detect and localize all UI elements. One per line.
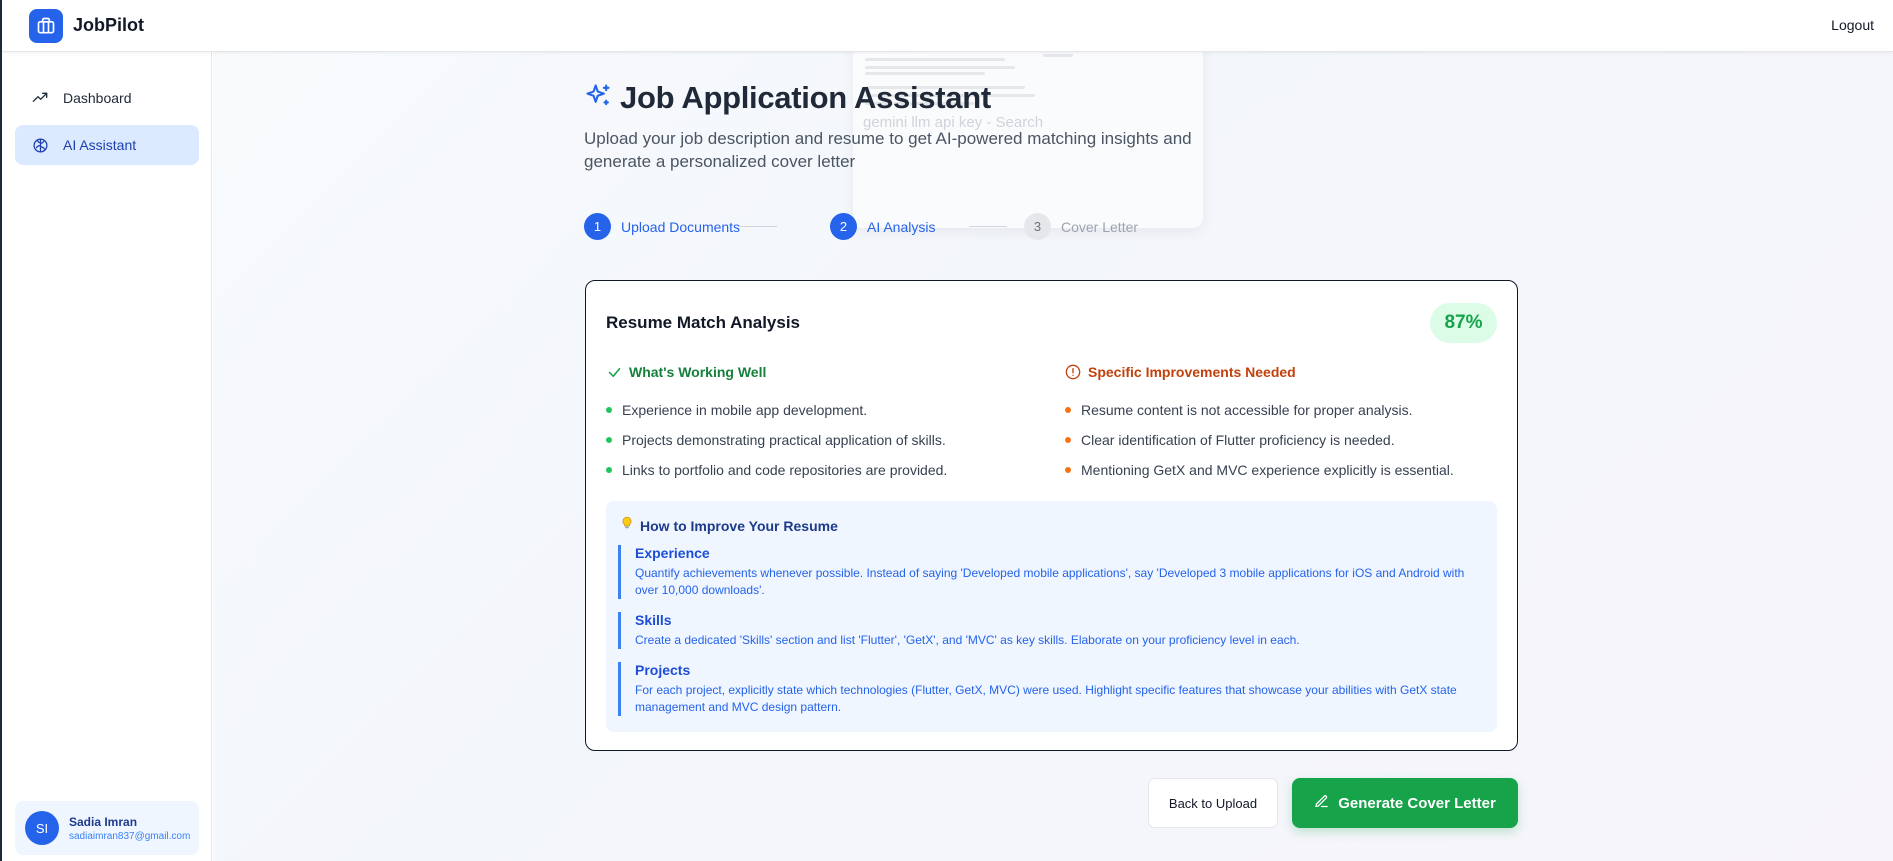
tip-title: Experience (635, 545, 710, 561)
strengths-heading: What's Working Well (606, 363, 1036, 381)
tip-body: For each project, explicitly state which… (635, 683, 1457, 714)
tip-experience: Experience Quantify achievements wheneve… (618, 545, 1478, 599)
step-2-label[interactable]: AI Analysis (867, 219, 935, 235)
sparkles-icon (584, 82, 612, 115)
pen-icon (1314, 794, 1329, 813)
user-profile-card[interactable]: SI Sadia Imran sadiaimran837@gmail.com (15, 801, 199, 855)
step-connector (969, 226, 1007, 227)
improvements-heading-label: Specific Improvements Needed (1088, 364, 1296, 380)
improvements-column: Specific Improvements Needed Resume cont… (1065, 363, 1495, 485)
sidebar-item-label: Dashboard (63, 90, 132, 106)
step-connector (739, 226, 777, 227)
main-content: gemini llm api key - Search Job Applicat… (213, 52, 1893, 861)
bullet-dot (1065, 407, 1071, 413)
tip-body: Quantify achievements whenever possible.… (635, 566, 1465, 597)
tips-heading-label: How to Improve Your Resume (640, 517, 838, 534)
bullet-dot (606, 407, 612, 413)
list-item: Clear identification of Flutter proficie… (1065, 425, 1495, 455)
trending-up-icon (31, 89, 49, 107)
list-item-text: Links to portfolio and code repositories… (622, 462, 948, 478)
tip-projects: Projects For each project, explicitly st… (618, 662, 1478, 716)
avatar: SI (25, 811, 59, 845)
list-item: Projects demonstrating practical applica… (606, 425, 1036, 455)
list-item: Links to portfolio and code repositories… (606, 455, 1036, 485)
user-email: sadiaimran837@gmail.com (69, 830, 191, 842)
improvement-tips-box: How to Improve Your Resume Experience Qu… (606, 501, 1497, 732)
brand[interactable]: JobPilot (29, 8, 144, 43)
step-1-label[interactable]: Upload Documents (621, 219, 740, 235)
match-score-badge: 87% (1430, 303, 1497, 343)
bullet-dot (1065, 437, 1071, 443)
tip-body: Create a dedicated 'Skills' section and … (635, 633, 1300, 647)
sidebar-item-label: AI Assistant (63, 137, 137, 153)
strengths-heading-label: What's Working Well (629, 364, 767, 380)
check-icon (606, 364, 622, 380)
page-subtitle: Upload your job description and resume t… (584, 129, 1192, 171)
list-item-text: Projects demonstrating practical applica… (622, 432, 946, 448)
tips-heading: How to Improve Your Resume (620, 516, 838, 535)
step-2-number[interactable]: 2 (830, 213, 857, 240)
bullet-dot (606, 467, 612, 473)
progress-stepper: 1 Upload Documents 2 AI Analysis 3 Cover… (584, 213, 1284, 241)
user-info: Sadia Imran sadiaimran837@gmail.com (69, 815, 190, 842)
brain-icon (31, 136, 49, 154)
list-item: Mentioning GetX and MVC experience expli… (1065, 455, 1495, 485)
generate-button-label: Generate Cover Letter (1338, 794, 1496, 812)
page-header: Job Application Assistant (584, 80, 991, 116)
lightbulb-icon (620, 516, 634, 535)
sidebar-item-dashboard[interactable]: Dashboard (15, 78, 199, 118)
top-bar: JobPilot Logout (2, 0, 1893, 52)
step-3-label[interactable]: Cover Letter (1061, 219, 1138, 235)
alert-circle-icon (1065, 364, 1081, 380)
list-item-text: Resume content is not accessible for pro… (1081, 402, 1413, 418)
resume-match-card: Resume Match Analysis 87% What's Working… (585, 280, 1518, 751)
briefcase-icon (29, 8, 63, 43)
sidebar: Dashboard AI Assistant SI Sadia Imran sa… (2, 52, 212, 861)
list-item: Experience in mobile app development. (606, 395, 1036, 425)
card-title: Resume Match Analysis (606, 313, 800, 332)
list-item-text: Clear identification of Flutter proficie… (1081, 432, 1395, 448)
improvements-list: Resume content is not accessible for pro… (1065, 395, 1495, 485)
tip-skills: Skills Create a dedicated 'Skills' secti… (618, 612, 1478, 649)
step-1-number[interactable]: 1 (584, 213, 611, 240)
list-item: Resume content is not accessible for pro… (1065, 395, 1495, 425)
step-3-number[interactable]: 3 (1024, 213, 1051, 240)
list-item-text: Experience in mobile app development. (622, 402, 868, 418)
user-name: Sadia Imran (69, 814, 138, 829)
strengths-list: Experience in mobile app development. Pr… (606, 395, 1036, 485)
page-title: Job Application Assistant (620, 80, 991, 115)
bullet-dot (1065, 467, 1071, 473)
app-name: JobPilot (73, 15, 144, 35)
strengths-column: What's Working Well Experience in mobile… (606, 363, 1036, 485)
list-item-text: Mentioning GetX and MVC experience expli… (1081, 462, 1454, 478)
tip-title: Projects (635, 662, 691, 678)
sidebar-item-ai-assistant[interactable]: AI Assistant (15, 125, 199, 165)
tip-title: Skills (635, 612, 672, 628)
logout-button[interactable]: Logout (1831, 17, 1874, 33)
improvements-heading: Specific Improvements Needed (1065, 363, 1495, 381)
back-to-upload-button[interactable]: Back to Upload (1148, 778, 1278, 828)
generate-cover-letter-button[interactable]: Generate Cover Letter (1292, 778, 1518, 828)
bullet-dot (606, 437, 612, 443)
